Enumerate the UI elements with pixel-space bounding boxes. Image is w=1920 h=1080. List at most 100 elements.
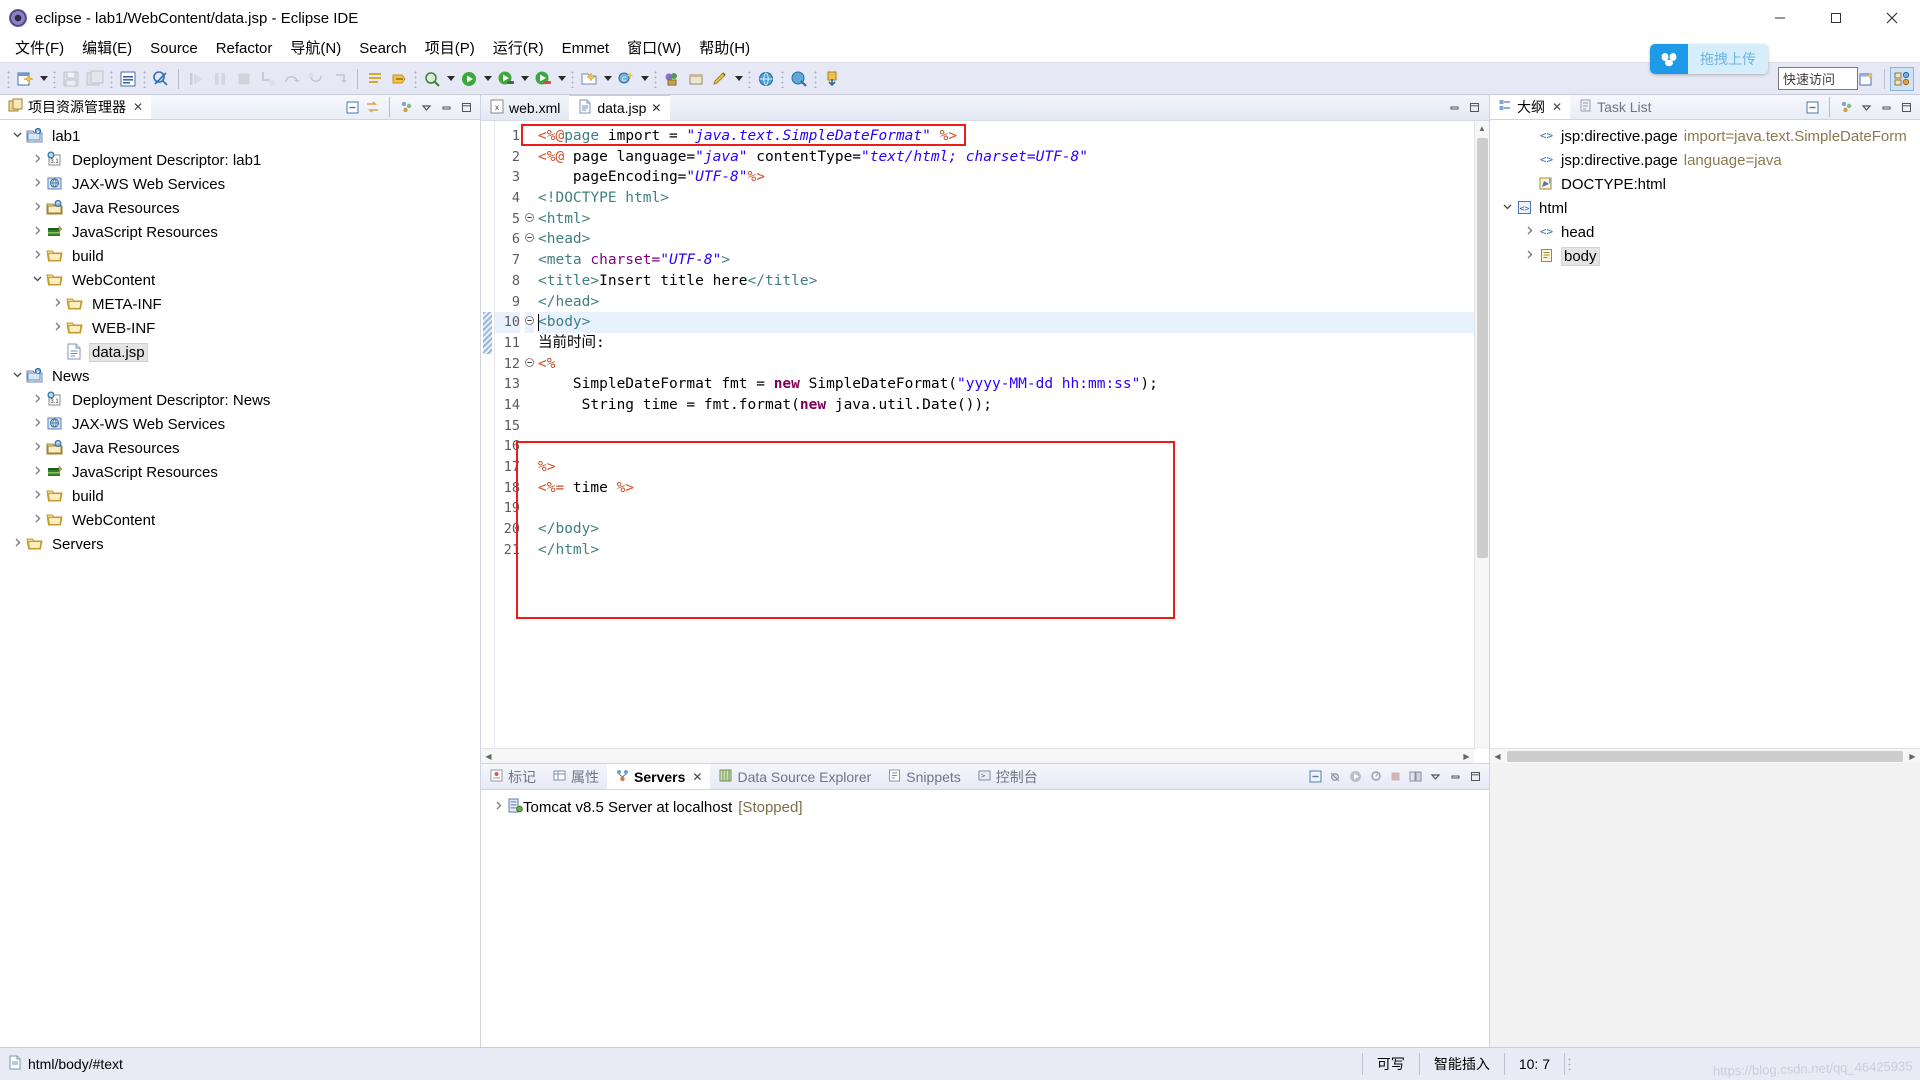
close-icon[interactable]: ✕ [651,101,661,115]
code-line[interactable]: <% [538,354,1489,375]
open-type-button[interactable] [387,67,411,91]
code-line[interactable]: </html> [538,540,1489,561]
project-tree[interactable]: lab1 3.1 Deployment Descriptor: lab1 JAX-WS… [0,120,480,1047]
outline-item-jsp-directive-page[interactable]: <> jsp:directive.page import=java.text.Sim… [1490,124,1920,148]
toggle-mark-occurrences-button[interactable] [149,67,173,91]
chevron-right-icon[interactable] [28,489,46,503]
marker-ruler[interactable] [481,121,495,763]
tree-item-deployment-descriptor-lab1[interactable]: 3.1 Deployment Descriptor: lab1 [0,148,480,172]
open-perspective-icon[interactable] [1855,67,1879,91]
fold-toggle-icon[interactable] [525,209,534,230]
tree-item-javascript-resources[interactable]: JavaScript Resources [0,460,480,484]
minimize-icon[interactable] [1446,99,1463,116]
view-menu-chevron-icon[interactable] [1427,768,1444,785]
menu-run[interactable]: 运行(R) [484,36,553,62]
minimize-icon[interactable] [1447,768,1464,785]
new-wizard-button[interactable] [13,67,37,91]
suspend-button[interactable] [208,67,232,91]
server-row[interactable]: Tomcat v8.5 Server at localhost [Stopped] [481,796,1489,818]
open-perspective-button[interactable] [660,67,684,91]
chevron-right-icon[interactable] [489,800,507,814]
tree-item-meta-inf[interactable]: META-INF [0,292,480,316]
outline-item-body[interactable]: body [1490,244,1920,268]
chevron-right-icon[interactable] [28,441,46,455]
view-menu-chevron-icon[interactable] [1858,99,1875,116]
chevron-right-icon[interactable] [28,201,46,215]
tab-task-list[interactable]: Task List [1570,95,1659,119]
code-line[interactable]: <body> [538,312,1489,333]
code-line[interactable]: String time = fmt.format(new java.util.D… [538,395,1489,416]
outline-item-head[interactable]: <> head [1490,220,1920,244]
new-java-project-button[interactable] [577,67,601,91]
tree-item-deployment-descriptor-news[interactable]: 3.1 Deployment Descriptor: News [0,388,480,412]
open-task-button[interactable] [363,67,387,91]
java-ee-perspective-button[interactable] [1890,67,1914,91]
chevron-right-icon[interactable] [48,297,66,311]
menu-help[interactable]: 帮助(H) [690,36,759,62]
fold-toggle-icon[interactable] [525,354,534,375]
edit-pen-dropdown[interactable] [732,67,745,91]
fold-toggle-icon[interactable] [525,312,534,333]
tree-item-jax-ws-web-services[interactable]: JAX-WS Web Services [0,172,480,196]
tab-data-source-explorer[interactable]: Data Source Explorer [710,764,879,789]
chevron-right-icon[interactable] [28,417,46,431]
chevron-right-icon[interactable] [28,249,46,263]
view-menu-chevron-icon[interactable] [418,99,435,116]
minimize-icon[interactable] [1878,99,1895,116]
maximize-icon[interactable] [1466,99,1483,116]
tree-item-java-resources[interactable]: Java Resources [0,196,480,220]
code-line[interactable] [538,498,1489,519]
tree-item-lab1[interactable]: lab1 [0,124,480,148]
menu-search[interactable]: Search [350,36,416,62]
code-line[interactable]: 当前时间: [538,333,1489,354]
drop-to-frame-button[interactable] [328,67,352,91]
menu-refactor[interactable]: Refactor [207,36,282,62]
new-class-dropdown[interactable] [638,67,651,91]
chevron-right-icon[interactable] [1520,225,1538,239]
close-icon[interactable]: ✕ [692,770,702,784]
outline-item-jsp-directive-page[interactable]: <> jsp:directive.page language=java [1490,148,1920,172]
run-dropdown[interactable] [518,67,531,91]
scroll-up-icon[interactable]: ▲ [1475,121,1490,136]
tree-item-jax-ws-web-services[interactable]: JAX-WS Web Services [0,412,480,436]
code-line[interactable]: SimpleDateFormat fmt = new SimpleDateFor… [538,374,1489,395]
tree-item-web-inf[interactable]: WEB-INF [0,316,480,340]
tab-outline[interactable]: 大纲 ✕ [1490,95,1571,119]
status-resize-handle[interactable] [1564,1053,1590,1075]
chevron-right-icon[interactable] [28,225,46,239]
code-line[interactable]: <html> [538,209,1489,230]
tree-item-news[interactable]: News [0,364,480,388]
code-line[interactable]: <title>Insert title here</title> [538,271,1489,292]
outline-item-doctype-html[interactable]: DOCTYPE:html [1490,172,1920,196]
quick-access-input[interactable]: 快速访问 [1778,67,1858,90]
code-line[interactable]: <meta charset="UTF-8"> [538,250,1489,271]
outline-horizontal-scrollbar[interactable]: ◀ ▶ [1490,748,1920,763]
chevron-right-icon[interactable] [1520,249,1538,263]
editor-tab-data-jsp[interactable]: data.jsp ✕ [569,95,671,120]
servers-list[interactable]: Tomcat v8.5 Server at localhost [Stopped] [481,790,1489,1047]
tab-console[interactable]: > 控制台 [969,764,1046,789]
edit-pen-button[interactable] [708,67,732,91]
editor-text-area[interactable]: 1 2 3 4 5 6 7 8 9 10 11 12 13 14 15 16 17 18 19 20 21 <%@pag… [481,120,1489,763]
editor-horizontal-scrollbar[interactable]: ◀ ▶ [481,748,1474,763]
run-external-tools-button[interactable] [531,67,555,91]
print-button[interactable] [116,67,140,91]
save-all-button[interactable] [83,67,107,91]
debug-button[interactable] [457,67,481,91]
menu-file[interactable]: 文件(F) [6,36,73,62]
chevron-right-icon[interactable] [28,177,46,191]
tree-item-webcontent[interactable]: WebContent [0,508,480,532]
chevron-down-icon[interactable] [8,369,26,383]
publish-icon[interactable] [1407,768,1424,785]
open-browser-button[interactable] [754,67,778,91]
tree-item-java-resources[interactable]: Java Resources [0,436,480,460]
toolbar-drag-handle[interactable] [6,69,11,88]
minimize-button[interactable] [1752,0,1808,36]
search-button[interactable] [420,67,444,91]
tree-item-webcontent[interactable]: WebContent [0,268,480,292]
code-line[interactable]: pageEncoding="UTF-8"%> [538,167,1489,188]
collapse-all-icon[interactable] [1804,99,1821,116]
view-menu-icon[interactable] [398,99,415,116]
debug-server-icon[interactable] [1327,768,1344,785]
chevron-down-icon[interactable] [8,129,26,143]
